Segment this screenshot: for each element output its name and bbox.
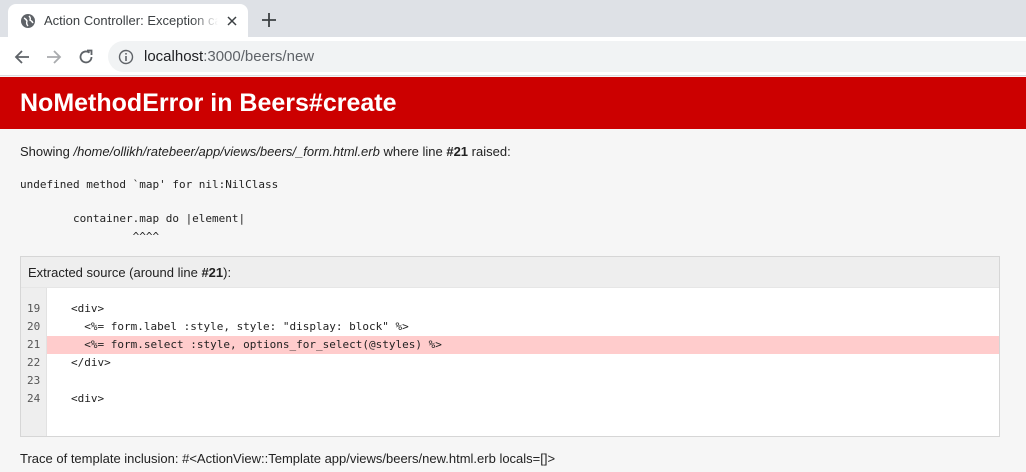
code-context: container.map do |element| ^^^^ bbox=[72, 212, 246, 243]
showing-prefix: Showing bbox=[20, 144, 74, 159]
info-icon[interactable] bbox=[118, 49, 134, 65]
tab-title: Action Controller: Exception caught bbox=[44, 13, 218, 28]
code-line: </div> bbox=[71, 356, 111, 369]
code-line: <div> bbox=[71, 392, 105, 405]
url-host: localhost bbox=[144, 48, 204, 65]
url-path: :3000/beers/new bbox=[203, 48, 315, 65]
arrow-left-icon bbox=[14, 50, 29, 64]
reload-icon bbox=[79, 49, 93, 64]
extracted-source: Extracted source (around line #21): 19 2… bbox=[20, 256, 1000, 437]
showing-middle: where line bbox=[379, 144, 447, 159]
error-header: NoMethodError in Beers#create bbox=[0, 77, 1026, 129]
error-title: NoMethodError in Beers#create bbox=[20, 89, 397, 117]
code-line: <%= form.label :style, style: "display: … bbox=[71, 320, 409, 333]
showing-line: Showing /home/ollikh/ratebeer/app/views/… bbox=[20, 144, 1000, 160]
forward-button[interactable] bbox=[41, 44, 67, 70]
globe-icon bbox=[20, 13, 36, 29]
showing-suffix: raised: bbox=[468, 144, 511, 159]
close-icon[interactable] bbox=[224, 13, 240, 29]
line-number-cell: 19 bbox=[27, 302, 41, 315]
error-message: undefined method `map' for nil:NilClass bbox=[20, 178, 279, 191]
error-details: Showing /home/ollikh/ratebeer/app/views/… bbox=[20, 129, 1000, 246]
browser-tab[interactable]: Action Controller: Exception caught bbox=[8, 4, 248, 37]
code-line: <div> bbox=[71, 302, 105, 315]
line-number-cell: 22 bbox=[27, 356, 41, 369]
line-number: #21 bbox=[446, 144, 469, 159]
line-numbers: 19 20 21 22 23 24 bbox=[21, 288, 47, 436]
line-number-cell: 20 bbox=[27, 320, 41, 333]
source-header-line: #21 bbox=[201, 265, 224, 280]
source-header: Extracted source (around line #21): bbox=[21, 257, 999, 288]
file-path: /home/ollikh/ratebeer/app/views/beers/_f… bbox=[73, 144, 380, 159]
arrow-right-icon bbox=[47, 50, 62, 64]
source-code: <div> <%= form.label :style, style: "dis… bbox=[47, 288, 999, 436]
reload-button[interactable] bbox=[73, 44, 99, 70]
plus-icon bbox=[262, 13, 276, 27]
source-body: 19 20 21 22 23 24 <div> <%= form.label :… bbox=[21, 288, 999, 436]
line-number-cell: 23 bbox=[27, 374, 41, 387]
new-tab-button[interactable] bbox=[258, 9, 280, 31]
url-text: localhost:3000/beers/new bbox=[144, 48, 314, 65]
line-number-cell: 21 bbox=[27, 338, 41, 351]
code-line-highlighted: <%= form.select :style, options_for_sele… bbox=[47, 336, 999, 354]
template-trace: Trace of template inclusion: #<ActionVie… bbox=[20, 451, 556, 466]
tab-strip: Action Controller: Exception caught bbox=[0, 0, 1026, 37]
source-header-suffix: ): bbox=[223, 265, 232, 280]
address-bar[interactable]: localhost:3000/beers/new bbox=[108, 41, 1026, 72]
browser-toolbar: localhost:3000/beers/new bbox=[0, 37, 1026, 76]
line-number-cell: 24 bbox=[27, 392, 41, 405]
source-header-prefix: Extracted source (around line bbox=[28, 265, 202, 280]
back-button[interactable] bbox=[9, 44, 35, 70]
